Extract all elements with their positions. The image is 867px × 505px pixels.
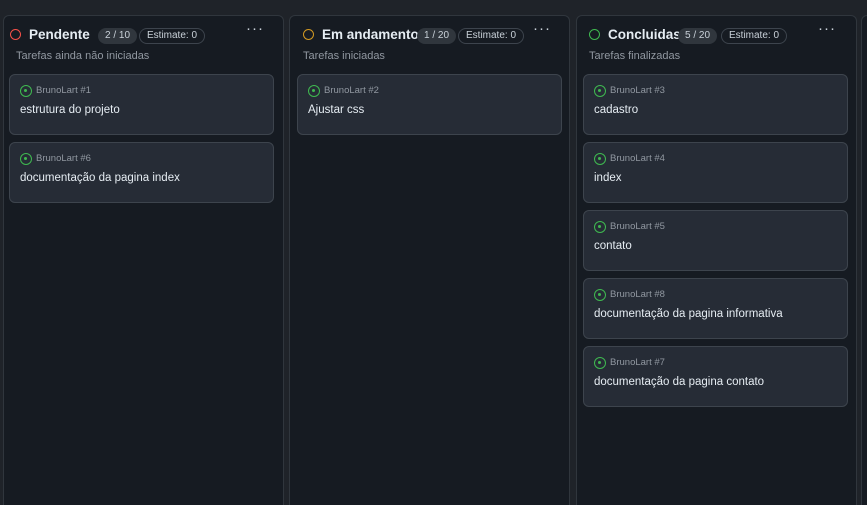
card-reference[interactable]: BrunoLart #4	[610, 153, 665, 164]
card-item[interactable]: BrunoLart #8 documentação da pagina info…	[583, 278, 848, 339]
column-menu-button[interactable]: ···	[243, 20, 267, 42]
issue-opened-icon	[594, 289, 606, 301]
project-board: Pendente 2 / 10 Estimate: 0 ··· Tarefas …	[0, 0, 867, 505]
column-em-andamento: Em andamento 1 / 20 Estimate: 0 ··· Tare…	[289, 15, 570, 505]
card-title[interactable]: index	[594, 172, 622, 184]
card-reference[interactable]: BrunoLart #1	[36, 85, 91, 96]
issue-opened-icon	[20, 153, 32, 165]
card-reference[interactable]: BrunoLart #8	[610, 289, 665, 300]
card-item[interactable]: BrunoLart #7 documentação da pagina cont…	[583, 346, 848, 407]
card-item[interactable]: BrunoLart #1 estrutura do projeto	[9, 74, 274, 135]
card-reference[interactable]: BrunoLart #7	[610, 357, 665, 368]
card-title[interactable]: Ajustar css	[308, 104, 364, 116]
card-title[interactable]: documentação da pagina contato	[594, 376, 764, 388]
card-reference[interactable]: BrunoLart #5	[610, 221, 665, 232]
column-partial	[861, 15, 867, 505]
card-item[interactable]: BrunoLart #3 cadastro	[583, 74, 848, 135]
card-reference[interactable]: BrunoLart #6	[36, 153, 91, 164]
column-concluidas: Concluidas 5 / 20 Estimate: 0 ··· Tarefa…	[576, 15, 857, 505]
column-header: Pendente 2 / 10 Estimate: 0 ··· Tarefas …	[4, 16, 283, 74]
column-menu-button[interactable]: ···	[530, 20, 554, 42]
column-pendente: Pendente 2 / 10 Estimate: 0 ··· Tarefas …	[3, 15, 284, 505]
column-header: Em andamento 1 / 20 Estimate: 0 ··· Tare…	[290, 16, 569, 74]
card-item[interactable]: BrunoLart #6 documentação da pagina inde…	[9, 142, 274, 203]
issue-opened-icon	[20, 85, 32, 97]
card-title[interactable]: contato	[594, 240, 632, 252]
column-item-count: 1 / 20	[417, 28, 457, 44]
card-item[interactable]: BrunoLart #4 index	[583, 142, 848, 203]
card-item[interactable]: BrunoLart #5 contato	[583, 210, 848, 271]
column-header: Concluidas 5 / 20 Estimate: 0 ··· Tarefa…	[577, 16, 856, 74]
column-description: Tarefas finalizadas	[589, 50, 681, 62]
issue-opened-icon	[308, 85, 320, 97]
column-title: Pendente	[29, 27, 90, 42]
card-reference[interactable]: BrunoLart #2	[324, 85, 379, 96]
column-title: Concluidas	[608, 27, 681, 42]
column-estimate: Estimate: 0	[458, 28, 525, 44]
issue-opened-icon	[594, 221, 606, 233]
column-item-count: 2 / 10	[98, 28, 138, 44]
status-done-icon	[589, 29, 600, 40]
card-reference[interactable]: BrunoLart #3	[610, 85, 665, 96]
column-item-count: 5 / 20	[678, 28, 718, 44]
status-in-progress-icon	[303, 29, 314, 40]
column-menu-button[interactable]: ···	[815, 20, 839, 42]
issue-opened-icon	[594, 357, 606, 369]
status-todo-icon	[10, 29, 21, 40]
column-description: Tarefas ainda não iniciadas	[16, 50, 150, 62]
column-estimate: Estimate: 0	[139, 28, 206, 44]
card-item[interactable]: BrunoLart #2 Ajustar css	[297, 74, 562, 135]
column-title: Em andamento	[322, 27, 419, 42]
card-title[interactable]: estrutura do projeto	[20, 104, 120, 116]
card-title[interactable]: documentação da pagina index	[20, 172, 180, 184]
column-description: Tarefas iniciadas	[303, 50, 385, 62]
card-title[interactable]: cadastro	[594, 104, 638, 116]
issue-opened-icon	[594, 153, 606, 165]
issue-opened-icon	[594, 85, 606, 97]
column-estimate: Estimate: 0	[721, 28, 788, 44]
card-title[interactable]: documentação da pagina informativa	[594, 308, 783, 320]
